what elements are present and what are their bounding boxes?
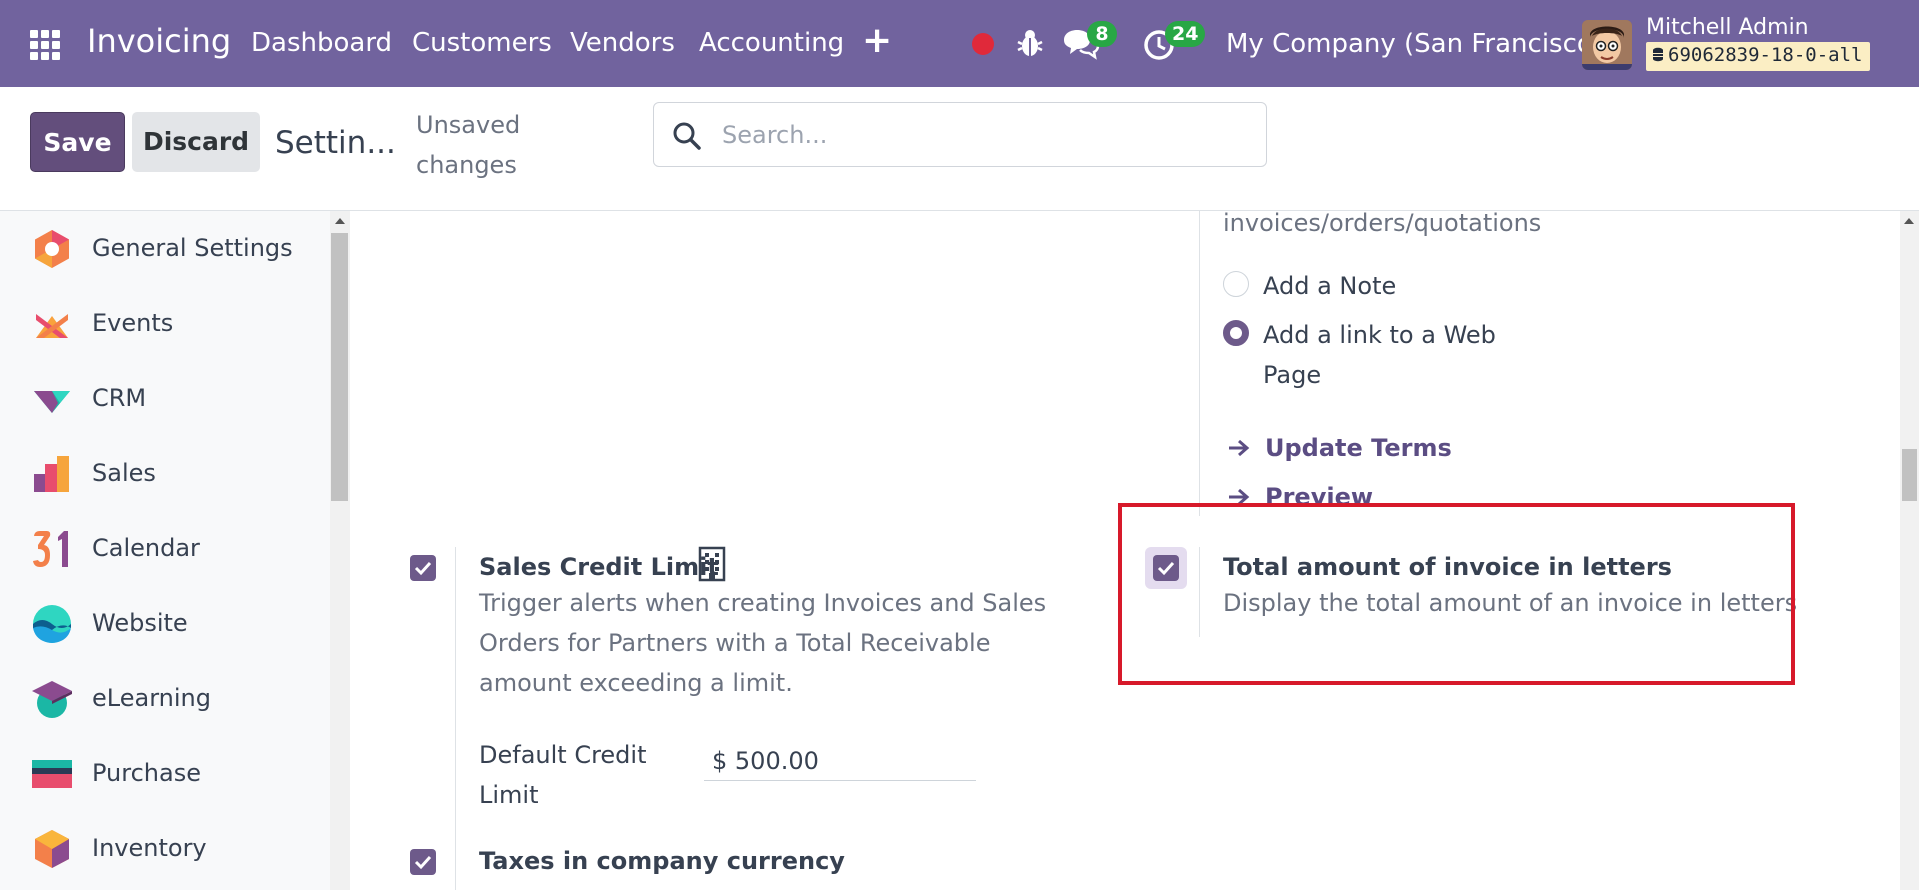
taxes-company-currency-checkbox[interactable] [410, 849, 436, 875]
sidebar-item-events[interactable]: Events [0, 294, 330, 354]
purchase-icon [32, 760, 72, 788]
content-scrollbar-thumb[interactable] [1902, 449, 1917, 501]
control-panel: Save Discard Settin... Unsaved changes S… [0, 87, 1919, 211]
content-scroll-up-icon[interactable] [1904, 218, 1914, 224]
sales-credit-limit-description: Trigger alerts when creating Invoices an… [479, 589, 1047, 697]
debug-bug-icon[interactable] [1016, 28, 1044, 58]
messages-count-badge: 8 [1087, 21, 1117, 47]
breadcrumb[interactable]: Settin... [275, 125, 396, 161]
search-input[interactable]: Search... [722, 121, 827, 149]
general-settings-icon [35, 230, 69, 268]
crm-icon [34, 391, 70, 413]
arrow-right-icon [1229, 439, 1250, 457]
activities-count-badge: 24 [1165, 21, 1206, 47]
divider [1199, 211, 1200, 516]
quick-create-plus-icon[interactable]: + [862, 20, 892, 61]
company-switcher[interactable]: My Company (San Francisco) [1226, 29, 1603, 59]
search-icon [673, 122, 701, 150]
menu-dashboard[interactable]: Dashboard [251, 28, 392, 58]
sidebar-item-elearning[interactable]: eLearning [0, 669, 330, 729]
sidebar-scroll-up-icon[interactable] [335, 218, 345, 224]
events-icon [36, 314, 68, 338]
discard-button[interactable]: Discard [132, 112, 260, 172]
database-name: 69062839-18-0-all [1668, 44, 1863, 66]
radio-add-link[interactable] [1223, 320, 1249, 346]
update-terms-link[interactable]: Update Terms [1265, 434, 1452, 462]
website-icon [33, 605, 71, 643]
app-menu-grid-icon[interactable] [30, 30, 66, 60]
taxes-company-currency-title: Taxes in company currency [479, 847, 845, 875]
elearning-icon [32, 681, 72, 718]
inventory-icon [35, 830, 69, 868]
terms-partial-text: invoices/orders/quotations [1223, 211, 1542, 237]
database-badge: 69062839-18-0-all [1646, 42, 1871, 71]
sidebar-item-calendar[interactable]: Calendar [0, 519, 330, 579]
sidebar-item-website[interactable]: Website [0, 594, 330, 654]
save-button[interactable]: Save [30, 112, 125, 172]
menu-accounting[interactable]: Accounting [699, 28, 844, 58]
sales-credit-limit-title: Sales Credit Limit [479, 553, 719, 581]
radio-add-link-label[interactable]: Add a link to a Web Page [1263, 315, 1523, 395]
sidebar-item-crm[interactable]: CRM [0, 369, 330, 429]
sales-icon [34, 456, 69, 492]
menu-vendors[interactable]: Vendors [570, 28, 675, 58]
divider [455, 547, 456, 847]
divider [455, 843, 456, 890]
sidebar-item-inventory[interactable]: Inventory [0, 819, 330, 879]
radio-add-note[interactable] [1223, 271, 1249, 297]
search-box[interactable]: Search... [653, 102, 1267, 167]
unsaved-status: Unsaved changes [416, 111, 521, 179]
default-credit-limit-label: Default Credit Limit [479, 741, 647, 809]
settings-app-sidebar: General Settings Events CRM Sales Calend… [0, 211, 330, 890]
calendar-icon [33, 531, 68, 567]
highlight-annotation-box [1118, 503, 1795, 685]
database-icon [1653, 47, 1663, 62]
company-building-icon [698, 546, 726, 582]
sidebar-item-sales[interactable]: Sales [0, 444, 330, 504]
content-scrollbar[interactable] [1900, 211, 1919, 890]
menu-customers[interactable]: Customers [412, 28, 552, 58]
app-name[interactable]: Invoicing [87, 22, 231, 60]
radio-add-note-label[interactable]: Add a Note [1263, 266, 1396, 306]
sidebar-item-purchase[interactable]: Purchase [0, 744, 330, 804]
record-icon[interactable] [972, 33, 994, 55]
default-credit-limit-input[interactable]: $ 500.00 [704, 741, 976, 781]
sidebar-scrollbar-thumb[interactable] [331, 233, 348, 501]
user-avatar[interactable] [1582, 20, 1632, 70]
sidebar-item-general-settings[interactable]: General Settings [0, 219, 330, 279]
top-navbar: Invoicing Dashboard Customers Vendors Ac… [0, 0, 1919, 87]
sales-credit-limit-checkbox[interactable] [410, 555, 436, 581]
user-name[interactable]: Mitchell Admin [1646, 15, 1809, 40]
